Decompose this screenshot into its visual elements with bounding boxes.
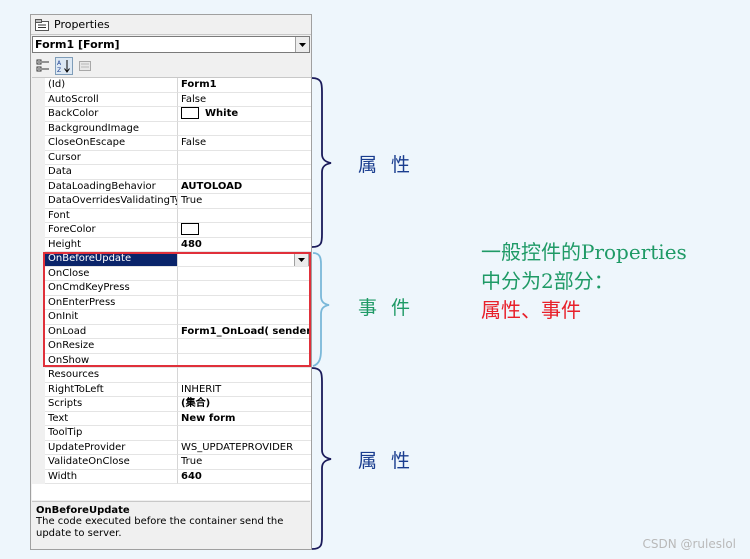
watermark: CSDN @ruleslol xyxy=(642,537,736,551)
label-events: 事 件 xyxy=(358,297,415,319)
label-properties-bottom: 属 性 xyxy=(358,450,415,472)
note-line-3: 属性、事件 xyxy=(481,298,581,322)
brace-properties-bottom xyxy=(311,367,332,550)
brace-events xyxy=(312,252,330,367)
brace-overlay xyxy=(311,77,332,550)
note-line-2: 中分为2部分： xyxy=(481,269,614,293)
brace-properties-top xyxy=(311,77,332,248)
label-properties-top: 属 性 xyxy=(358,154,415,176)
note-line-1: 一般控件的Properties xyxy=(481,240,687,264)
